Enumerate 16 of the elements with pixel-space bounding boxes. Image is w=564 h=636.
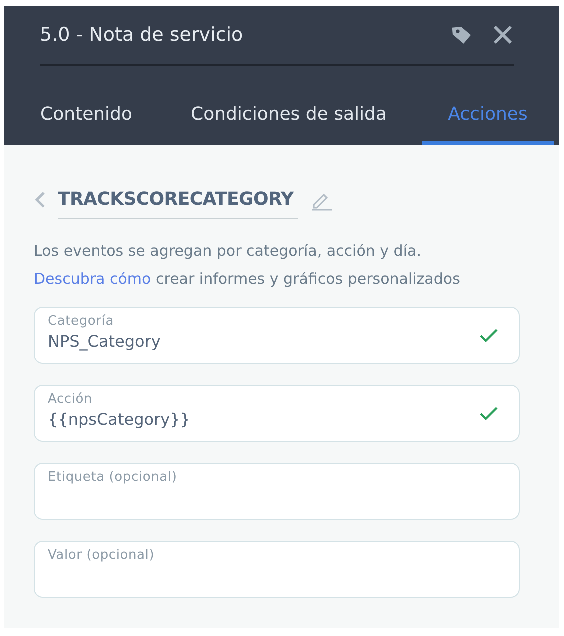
close-icon[interactable] [492, 24, 514, 46]
input-field[interactable]: Categoría NPS_Category [34, 307, 520, 364]
tab[interactable]: Condiciones de salida [169, 87, 409, 145]
field-value: NPS_Category [48, 332, 162, 351]
field-value: {{npsCategory}} [48, 410, 192, 429]
event-name: TRACKSCORECATEGORY [58, 189, 298, 219]
description: Los eventos se agregan por categoría, acción y día. Descubra cómo crear informes y gráficos personalizados [34, 241, 462, 290]
field-label: Etiqueta (opcional) [48, 470, 178, 485]
window-title: 5.0 - Nota de servicio [40, 24, 244, 46]
field-label: Acción [48, 392, 94, 407]
field-label: Categoría [48, 314, 115, 329]
tab[interactable]: Acciones [422, 87, 554, 145]
tab[interactable]: Contenido [4, 87, 169, 145]
input-field[interactable]: Acción {{npsCategory}} [34, 385, 520, 442]
field-label: Valor (opcional) [48, 548, 156, 563]
learn-link[interactable]: Descubra cómo [34, 270, 152, 288]
